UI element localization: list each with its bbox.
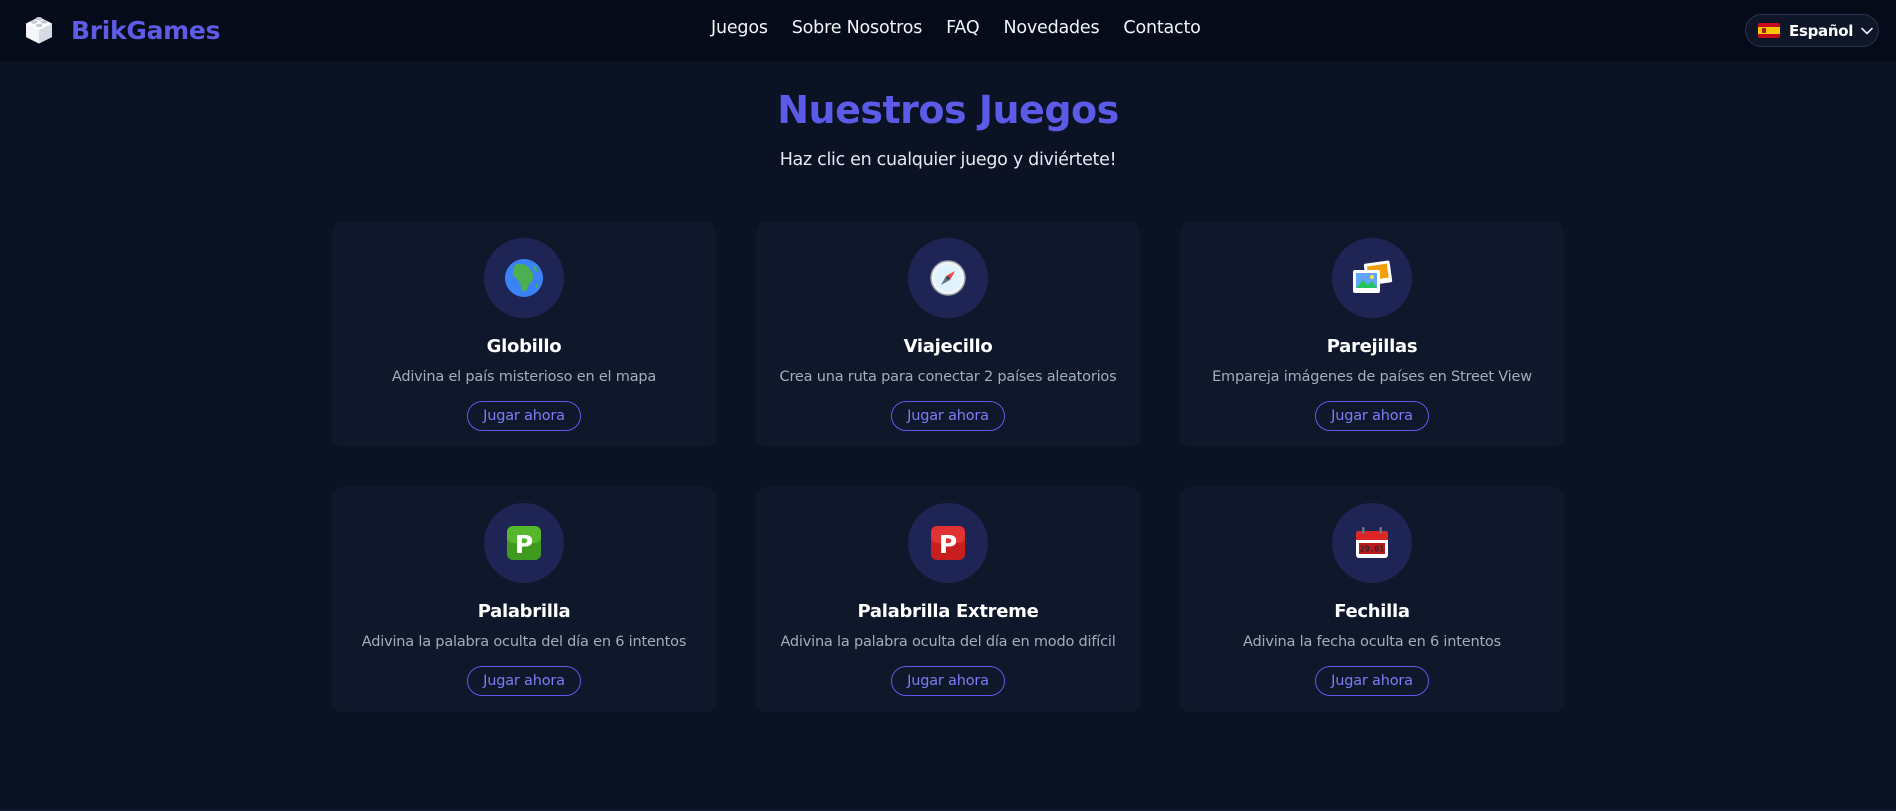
game-title: Palabrilla <box>477 601 571 622</box>
game-card-palabrilla-extreme[interactable]: P Palabrilla Extreme Adivina la palabra … <box>756 487 1140 712</box>
game-title: Palabrilla Extreme <box>857 601 1039 622</box>
nav-link-contacto[interactable]: Contacto <box>1123 18 1200 38</box>
play-now-button[interactable]: Jugar ahora <box>1315 401 1429 431</box>
game-description: Adivina la palabra oculta del día en 6 i… <box>361 634 687 650</box>
lego-brick-icon <box>26 17 52 44</box>
nav-link-sobre-nosotros[interactable]: Sobre Nosotros <box>792 18 923 38</box>
svg-text:P: P <box>939 530 957 559</box>
game-description: Adivina la palabra oculta del día en mod… <box>780 634 1116 650</box>
game-card-globillo[interactable]: Globillo Adivina el país misterioso en e… <box>332 222 716 447</box>
game-title: Viajecillo <box>903 336 993 357</box>
calendar-icon: 29.01 <box>1356 527 1388 558</box>
spain-flag-icon <box>1758 23 1780 38</box>
page-title: Nuestros Juegos <box>777 88 1119 132</box>
language-label: Español <box>1789 21 1854 40</box>
language-selector[interactable]: Español <box>1745 14 1879 47</box>
calendar-date-text: 29.01 <box>1360 545 1384 554</box>
play-now-button[interactable]: Jugar ahora <box>891 401 1005 431</box>
svg-text:P: P <box>515 530 533 559</box>
game-icon-circle <box>908 238 988 318</box>
game-description: Adivina el país misterioso en el mapa <box>391 369 657 385</box>
game-description: Crea una ruta para conectar 2 países ale… <box>779 369 1117 385</box>
chevron-down-icon <box>1861 27 1873 34</box>
game-description: Adivina la fecha oculta en 6 intentos <box>1243 634 1501 650</box>
game-title: Fechilla <box>1334 601 1410 622</box>
compass-icon <box>930 260 966 296</box>
game-icon-circle <box>1332 238 1412 318</box>
game-description: Empareja imágenes de países en Street Vi… <box>1212 369 1532 385</box>
nav-link-juegos[interactable]: Juegos <box>711 18 768 38</box>
globe-africa-icon <box>505 259 543 297</box>
game-card-viajecillo[interactable]: Viajecillo Crea una ruta para conectar 2… <box>756 222 1140 447</box>
play-now-button[interactable]: Jugar ahora <box>467 401 581 431</box>
game-title: Parejillas <box>1326 336 1418 357</box>
nav-link-faq[interactable]: FAQ <box>946 18 980 38</box>
main-nav: Juegos Sobre Nosotros FAQ Novedades Cont… <box>711 18 1225 38</box>
top-navbar: BrikGames Juegos Sobre Nosotros FAQ Nove… <box>0 0 1896 62</box>
green-p-button-icon: P <box>507 526 541 560</box>
game-icon-circle: 29.01 <box>1332 503 1412 583</box>
game-title: Globillo <box>486 336 562 357</box>
photos-icon <box>1353 260 1393 293</box>
play-now-button[interactable]: Jugar ahora <box>1315 666 1429 696</box>
play-now-button[interactable]: Jugar ahora <box>891 666 1005 696</box>
page-subtitle: Haz clic en cualquier juego y diviértete… <box>779 150 1117 170</box>
game-card-parejillas[interactable]: Parejillas Empareja imágenes de países e… <box>1180 222 1564 447</box>
game-icon-circle: P <box>908 503 988 583</box>
game-card-fechilla[interactable]: 29.01 Fechilla Adivina la fecha oculta e… <box>1180 487 1564 712</box>
game-icon-circle <box>484 238 564 318</box>
game-card-palabrilla[interactable]: P Palabrilla Adivina la palabra oculta d… <box>332 487 716 712</box>
game-icon-circle: P <box>484 503 564 583</box>
red-p-button-icon: P <box>931 526 965 560</box>
nav-link-novedades[interactable]: Novedades <box>1003 18 1099 38</box>
brand-name: BrikGames <box>71 15 221 45</box>
play-now-button[interactable]: Jugar ahora <box>467 666 581 696</box>
brand-logo[interactable]: BrikGames <box>22 13 220 47</box>
